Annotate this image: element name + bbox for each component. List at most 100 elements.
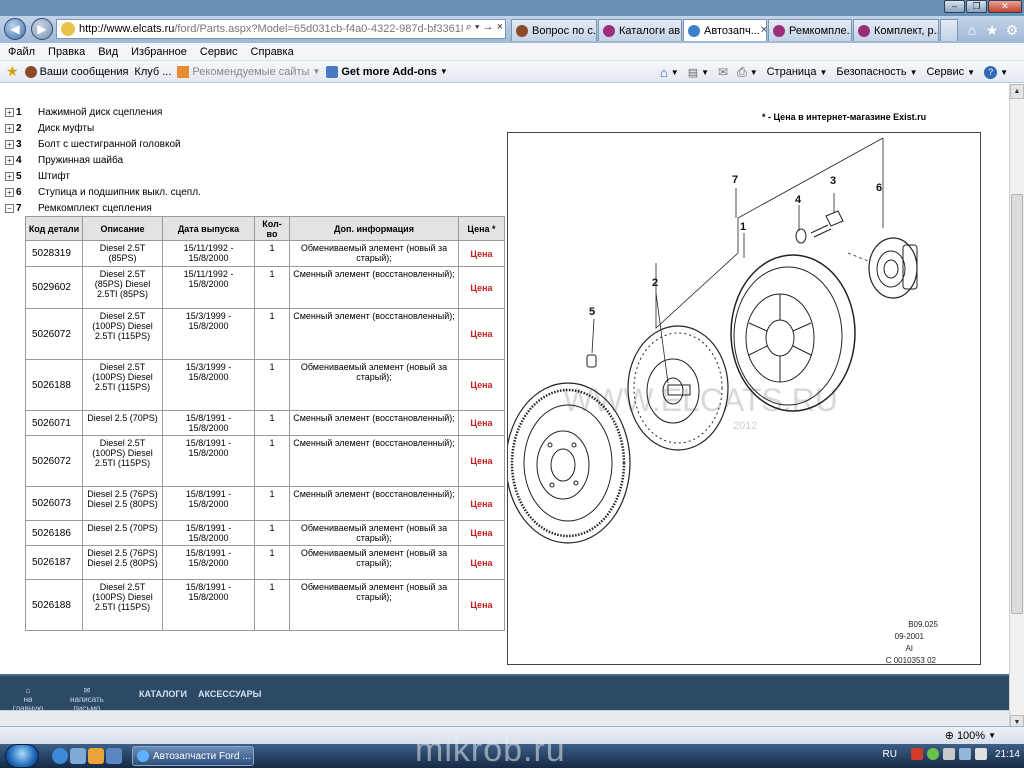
expand-icon[interactable]: + [5, 187, 14, 197]
tab-vopros[interactable]: Вопрос по с... [511, 19, 597, 41]
tree-item-label[interactable]: Штифт [38, 171, 70, 182]
expand-icon[interactable]: + [5, 107, 14, 117]
ie-quicklaunch-icon[interactable] [52, 748, 68, 764]
fav-club[interactable]: Клуб ... [134, 66, 171, 78]
menu-favorites[interactable]: Избранное [131, 46, 187, 58]
feeds-command[interactable]: ▤ ▼ [688, 66, 709, 79]
price-link[interactable]: Цена [458, 410, 505, 436]
vertical-scrollbar[interactable]: ▲ ▼ [1009, 84, 1024, 730]
address-tools-icon[interactable]: ⌕ ▾ → × [462, 21, 503, 34]
collapse-icon[interactable]: − [5, 203, 14, 213]
tree-item-7[interactable]: −7 Ремкомплект сцепления [5, 200, 285, 216]
tray-shield-icon[interactable] [942, 748, 955, 760]
zoom-control[interactable]: ⊕ 100% ▼ [945, 729, 996, 743]
tab-komplekt[interactable]: Комплект, р... [853, 19, 939, 41]
start-button[interactable] [5, 744, 39, 768]
tree-item-3[interactable]: +3 Болт с шестигранной головкой [5, 136, 285, 152]
price-link[interactable]: Цена [458, 308, 505, 360]
write-letter-link[interactable]: ✉ написать письмо [56, 686, 118, 713]
new-tab-button[interactable] [940, 19, 958, 41]
callout-3[interactable]: 3 [830, 175, 836, 187]
restore-button[interactable]: ❐ [966, 0, 987, 13]
menu-file[interactable]: Файл [8, 46, 35, 58]
exploded-diagram[interactable]: WWW.ELCATS.RU 2012 7 3 6 4 1 2 5 B09.025… [505, 132, 981, 665]
tree-item-2[interactable]: +2 Диск муфты [5, 120, 285, 136]
media-player-icon[interactable] [88, 748, 104, 764]
expand-icon[interactable]: + [5, 123, 14, 133]
menu-view[interactable]: Вид [98, 46, 118, 58]
scroll-up-arrow[interactable]: ▲ [1010, 84, 1024, 99]
price-link[interactable]: Цена [458, 435, 505, 487]
nav-accessories[interactable]: АКСЕССУАРЫ [198, 689, 262, 699]
network-icon[interactable] [958, 748, 971, 760]
menu-edit[interactable]: Правка [48, 46, 85, 58]
tree-item-label[interactable]: Болт с шестигранной головкой [38, 139, 181, 150]
tree-item-1[interactable]: +1 Нажимной диск сцепления [5, 104, 285, 120]
tab-close-icon[interactable]: ✕ [760, 25, 766, 36]
fav-messages[interactable]: Ваши сообщения [24, 65, 128, 78]
tree-item-5[interactable]: +5 Штифт [5, 168, 285, 184]
tree-item-label[interactable]: Ступица и подшипник выкл. сцепл. [38, 187, 201, 198]
tools-gear-icon[interactable]: ⚙ [1002, 20, 1022, 40]
tree-item-label[interactable]: Пружинная шайба [38, 155, 123, 166]
tab-remkomple[interactable]: Ремкомпле... [768, 19, 852, 41]
show-desktop-icon[interactable] [70, 748, 86, 764]
safety-menu[interactable]: Безопасность ▼ [836, 66, 917, 78]
callout-1[interactable]: 1 [740, 221, 746, 233]
tray-app-icon[interactable] [910, 748, 923, 760]
col-header-qty: Кол-во [254, 216, 290, 241]
tab-katalogi[interactable]: Каталоги ав... [598, 19, 682, 41]
print-command[interactable]: ⎙ ▼ [737, 65, 758, 80]
price-link[interactable]: Цена [458, 486, 505, 521]
close-window-button[interactable]: ✕ [988, 0, 1022, 13]
home-icon: ⌂ [659, 64, 668, 80]
home-icon[interactable]: ⌂ [962, 20, 982, 40]
callout-2[interactable]: 2 [652, 277, 658, 289]
address-bar[interactable]: http://www.elcats.ru /ford/Parts.aspx?Mo… [56, 19, 506, 39]
minimize-button[interactable]: – [944, 0, 965, 13]
tab-avtozapch[interactable]: Автозапч... ✕ [683, 19, 767, 41]
price-link[interactable]: Цена [458, 240, 505, 267]
expand-icon[interactable]: + [5, 171, 14, 181]
price-link[interactable]: Цена [458, 359, 505, 411]
tree-item-4[interactable]: +4 Пружинная шайба [5, 152, 285, 168]
forward-button[interactable]: ▶ [31, 18, 53, 40]
tray-icq-icon[interactable] [926, 748, 939, 760]
table-row: 5028319 Diesel 2.5T (85PS) 15/11/1992 - … [25, 240, 505, 267]
tree-item-label[interactable]: Нажимной диск сцепления [38, 107, 162, 118]
price-link[interactable]: Цена [458, 266, 505, 309]
callout-5[interactable]: 5 [589, 306, 595, 318]
callout-4[interactable]: 4 [795, 194, 802, 206]
menu-tools[interactable]: Сервис [200, 46, 238, 58]
price-link[interactable]: Цена [458, 545, 505, 580]
switch-windows-icon[interactable] [106, 748, 122, 764]
expand-icon[interactable]: + [5, 139, 14, 149]
tree-item-6[interactable]: +6 Ступица и подшипник выкл. сцепл. [5, 184, 285, 200]
back-button[interactable]: ◀ [4, 18, 26, 40]
expand-icon[interactable]: + [5, 155, 14, 165]
mail-command[interactable]: ✉ [718, 65, 728, 79]
nav-catalogs[interactable]: КАТАЛОГИ [139, 689, 187, 699]
callout-6[interactable]: 6 [876, 182, 882, 194]
language-indicator[interactable]: RU [883, 749, 897, 760]
scroll-thumb[interactable] [1011, 194, 1023, 614]
tree-item-number: 1 [16, 106, 22, 118]
rss-icon: ▤ [687, 66, 699, 79]
page-menu[interactable]: Страница ▼ [767, 66, 828, 78]
tree-item-label[interactable]: Ремкомплект сцепления [38, 203, 152, 214]
price-link[interactable]: Цена [458, 579, 505, 631]
help-menu[interactable]: ? ▼ [984, 65, 1008, 79]
home-link[interactable]: ⌂ на главную [8, 686, 48, 713]
menu-help[interactable]: Справка [251, 46, 294, 58]
callout-7[interactable]: 7 [732, 174, 738, 186]
fav-suggested-sites[interactable]: Рекомендуемые сайты ▼ [177, 65, 320, 78]
service-menu[interactable]: Сервис ▼ [926, 66, 975, 78]
favorites-star-button[interactable]: ★ [6, 63, 19, 80]
price-link[interactable]: Цена [458, 520, 505, 546]
tree-item-label[interactable]: Диск муфты [38, 123, 94, 134]
favorites-star-icon[interactable]: ★ [982, 20, 1002, 40]
volume-icon[interactable] [974, 748, 987, 760]
fav-get-addons[interactable]: Get more Add-ons ▼ [326, 65, 448, 78]
taskbar-ie-window[interactable]: Автозапчасти Ford ... [132, 746, 254, 766]
home-command[interactable]: ⌂ ▼ [660, 65, 679, 80]
